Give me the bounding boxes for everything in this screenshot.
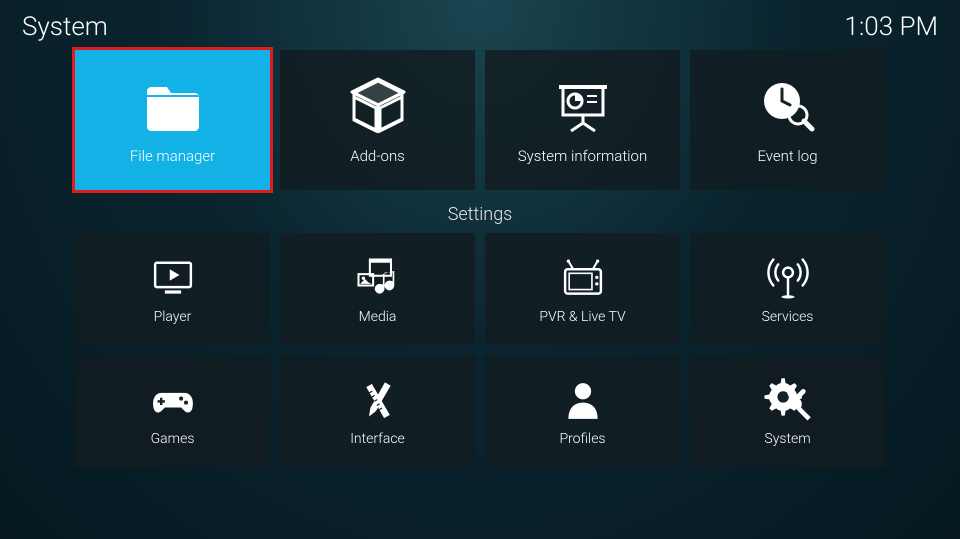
broadcast-icon (762, 253, 814, 305)
page-title: System (22, 12, 108, 42)
tile-file-manager[interactable]: File manager (75, 50, 270, 190)
tile-interface[interactable]: Interface (280, 355, 475, 467)
media-collection-icon (352, 253, 404, 305)
gamepad-icon (147, 375, 199, 427)
tile-profiles[interactable]: Profiles (485, 355, 680, 467)
tile-label: Services (762, 309, 814, 325)
settings-row-1: Player Media PVR & Live TV Services (75, 233, 885, 345)
tile-label: Add-ons (350, 147, 405, 165)
clock: 1:03 PM (844, 12, 938, 42)
clock-search-icon (756, 75, 820, 139)
monitor-play-icon (147, 253, 199, 305)
tile-services[interactable]: Services (690, 233, 885, 345)
tile-media[interactable]: Media (280, 233, 475, 345)
presentation-icon (551, 75, 615, 139)
tile-system[interactable]: System (690, 355, 885, 467)
tile-label: Media (359, 309, 397, 325)
tile-label: Player (154, 309, 192, 325)
tile-label: System (764, 431, 810, 447)
tile-event-log[interactable]: Event log (690, 50, 885, 190)
tile-pvr-live-tv[interactable]: PVR & Live TV (485, 233, 680, 345)
tile-label: File manager (130, 147, 215, 165)
top-row: File manager Add-ons System information … (75, 50, 885, 190)
section-label-settings: Settings (75, 204, 885, 225)
content-area: File manager Add-ons System information … (0, 50, 960, 467)
gear-tools-icon (762, 375, 814, 427)
settings-row-2: Games Interface Profiles System (75, 355, 885, 467)
folder-icon (141, 75, 205, 139)
tile-label: Games (151, 431, 195, 447)
box-icon (346, 75, 410, 139)
tile-label: PVR & Live TV (539, 309, 625, 325)
tile-label: Profiles (559, 431, 605, 447)
tv-icon (557, 253, 609, 305)
tile-games[interactable]: Games (75, 355, 270, 467)
tile-label: System information (518, 147, 647, 165)
tile-player[interactable]: Player (75, 233, 270, 345)
tile-system-information[interactable]: System information (485, 50, 680, 190)
tile-label: Interface (350, 431, 405, 447)
person-icon (557, 375, 609, 427)
tile-add-ons[interactable]: Add-ons (280, 50, 475, 190)
header-bar: System 1:03 PM (0, 0, 960, 42)
tile-label: Event log (757, 147, 817, 165)
pencil-ruler-icon (352, 375, 404, 427)
